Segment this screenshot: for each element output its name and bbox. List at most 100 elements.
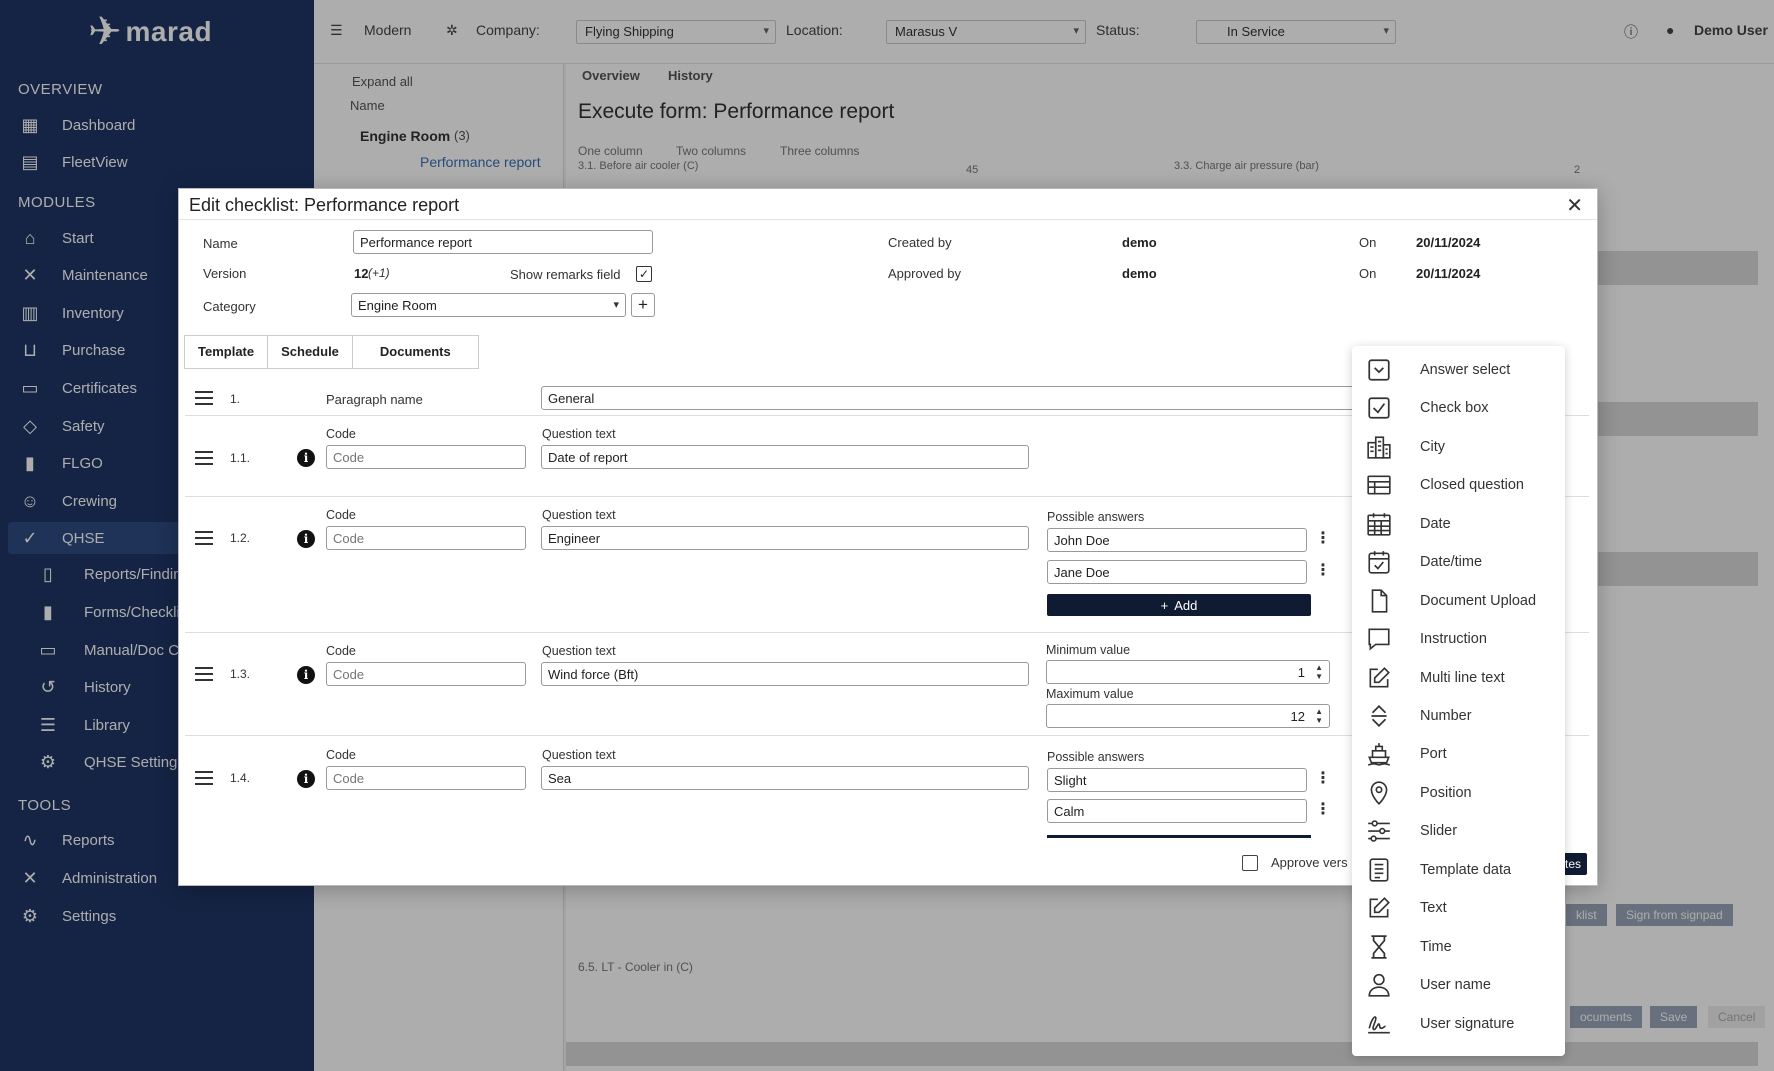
more-options-icon[interactable]: ⋮ bbox=[1315, 771, 1331, 787]
name-input[interactable] bbox=[353, 230, 653, 254]
menu-item-position[interactable]: Position bbox=[1352, 776, 1565, 810]
calendar-icon bbox=[1367, 513, 1391, 536]
menu-item-answer-select[interactable]: Answer select bbox=[1352, 353, 1565, 387]
code-input[interactable] bbox=[326, 445, 526, 469]
map-pin-icon bbox=[1370, 781, 1388, 805]
created-by-label: Created by bbox=[888, 235, 952, 250]
table-icon bbox=[1367, 475, 1391, 495]
version-label: Version bbox=[203, 266, 247, 281]
tab-template[interactable]: Template bbox=[185, 336, 269, 368]
edit-icon bbox=[1369, 667, 1390, 688]
question-text-label: Question text bbox=[542, 508, 616, 522]
code-label: Code bbox=[326, 508, 356, 522]
tab-documents[interactable]: Documents bbox=[353, 336, 478, 368]
checkmark-icon: ✓ bbox=[638, 267, 650, 281]
answer-input[interactable] bbox=[1047, 560, 1307, 584]
created-on-value: 20/11/2024 bbox=[1416, 235, 1481, 250]
ship-icon bbox=[1368, 743, 1390, 766]
question-text-input[interactable] bbox=[541, 526, 1029, 550]
user-icon bbox=[1368, 973, 1390, 997]
menu-item-date[interactable]: Date bbox=[1352, 507, 1565, 541]
drag-handle-icon[interactable] bbox=[195, 531, 213, 545]
drag-handle-icon[interactable] bbox=[195, 771, 213, 785]
menu-item-slider[interactable]: Slider bbox=[1352, 814, 1565, 848]
name-label: Name bbox=[203, 236, 238, 251]
question-text-label: Question text bbox=[542, 748, 616, 762]
answer-input[interactable] bbox=[1047, 799, 1307, 823]
code-input[interactable] bbox=[326, 526, 526, 550]
paragraph-name-label: Paragraph name bbox=[326, 392, 423, 407]
possible-answers-label: Possible answers bbox=[1047, 510, 1145, 524]
city-icon bbox=[1367, 436, 1391, 459]
info-icon[interactable]: i bbox=[297, 449, 315, 467]
menu-item-check-box[interactable]: Check box bbox=[1352, 391, 1565, 425]
maximum-value-label: Maximum value bbox=[1046, 687, 1134, 701]
check-box-icon bbox=[1368, 397, 1390, 419]
add-answer-button-partial[interactable] bbox=[1047, 835, 1311, 838]
question-text-input[interactable] bbox=[541, 766, 1029, 790]
info-icon[interactable]: i bbox=[297, 666, 315, 684]
question-number: 1.3. bbox=[230, 667, 251, 681]
paragraph-name-input[interactable] bbox=[541, 386, 1391, 410]
code-input[interactable] bbox=[326, 766, 526, 790]
possible-answers-label: Possible answers bbox=[1047, 750, 1145, 764]
add-category-button[interactable]: + bbox=[631, 293, 655, 317]
menu-item-city[interactable]: City bbox=[1352, 430, 1565, 464]
question-text-input[interactable] bbox=[541, 445, 1029, 469]
question-number: 1.4. bbox=[230, 771, 251, 785]
approved-on-label: On bbox=[1359, 266, 1377, 281]
document-icon bbox=[1371, 589, 1388, 613]
menu-item-text[interactable]: Text bbox=[1352, 891, 1565, 925]
menu-item-document-upload[interactable]: Document Upload bbox=[1352, 584, 1565, 618]
tab-schedule[interactable]: Schedule bbox=[268, 336, 353, 368]
menu-item-multi-line-text[interactable]: Multi line text bbox=[1352, 661, 1565, 695]
question-text-input[interactable] bbox=[541, 662, 1029, 686]
template-icon bbox=[1369, 858, 1389, 882]
info-icon[interactable]: i bbox=[297, 530, 315, 548]
spinner-icon[interactable]: ▲ ▼ bbox=[1315, 707, 1323, 725]
menu-item-number[interactable]: Number bbox=[1352, 699, 1565, 733]
more-options-icon[interactable]: ⋮ bbox=[1315, 563, 1331, 579]
menu-item-template-data[interactable]: Template data bbox=[1352, 853, 1565, 887]
close-icon[interactable]: ✕ bbox=[1566, 193, 1583, 218]
question-text-label: Question text bbox=[542, 427, 616, 441]
created-on-label: On bbox=[1359, 235, 1377, 250]
code-label: Code bbox=[326, 748, 356, 762]
divider bbox=[179, 219, 1597, 220]
spinner-icon[interactable]: ▲ ▼ bbox=[1315, 663, 1323, 681]
plus-icon: + bbox=[638, 295, 648, 314]
info-icon[interactable]: i bbox=[297, 770, 315, 788]
hourglass-icon bbox=[1371, 935, 1387, 959]
show-remarks-label: Show remarks field bbox=[510, 267, 621, 282]
menu-item-user-signature[interactable]: User signature bbox=[1352, 1007, 1565, 1041]
code-input[interactable] bbox=[326, 662, 526, 686]
menu-item-closed-question[interactable]: Closed question bbox=[1352, 468, 1565, 502]
menu-item-time[interactable]: Time bbox=[1352, 930, 1565, 964]
drag-handle-icon[interactable] bbox=[195, 451, 213, 465]
menu-item-user-name[interactable]: User name bbox=[1352, 968, 1565, 1002]
calendar-check-icon bbox=[1368, 551, 1390, 574]
category-select[interactable]: Engine Room bbox=[351, 293, 626, 317]
approve-version-checkbox[interactable] bbox=[1242, 855, 1258, 871]
version-delta: (+1) bbox=[368, 266, 390, 280]
answer-input[interactable] bbox=[1047, 768, 1307, 792]
code-label: Code bbox=[326, 644, 356, 658]
minimum-value-input[interactable]: 1 ▲ ▼ bbox=[1046, 660, 1330, 684]
more-options-icon[interactable]: ⋮ bbox=[1315, 531, 1331, 547]
paragraph-number: 1. bbox=[230, 392, 241, 406]
show-remarks-checkbox[interactable]: ✓ bbox=[636, 266, 652, 282]
menu-item-port[interactable]: Port bbox=[1352, 737, 1565, 771]
add-answer-button[interactable]: + Add bbox=[1047, 594, 1311, 616]
menu-item-date-time[interactable]: Date/time bbox=[1352, 545, 1565, 579]
more-options-icon[interactable]: ⋮ bbox=[1315, 802, 1331, 818]
drag-handle-icon[interactable] bbox=[195, 391, 213, 405]
drag-handle-icon[interactable] bbox=[195, 667, 213, 681]
approve-version-label: Approve vers bbox=[1271, 855, 1348, 870]
version-value: 12 bbox=[354, 266, 369, 281]
question-number: 1.1. bbox=[230, 451, 251, 465]
menu-item-instruction[interactable]: Instruction bbox=[1352, 622, 1565, 656]
maximum-value-input[interactable]: 12 ▲ ▼ bbox=[1046, 704, 1330, 728]
pencil-icon bbox=[1369, 897, 1390, 918]
created-by-value: demo bbox=[1122, 235, 1157, 250]
answer-input[interactable] bbox=[1047, 528, 1307, 552]
